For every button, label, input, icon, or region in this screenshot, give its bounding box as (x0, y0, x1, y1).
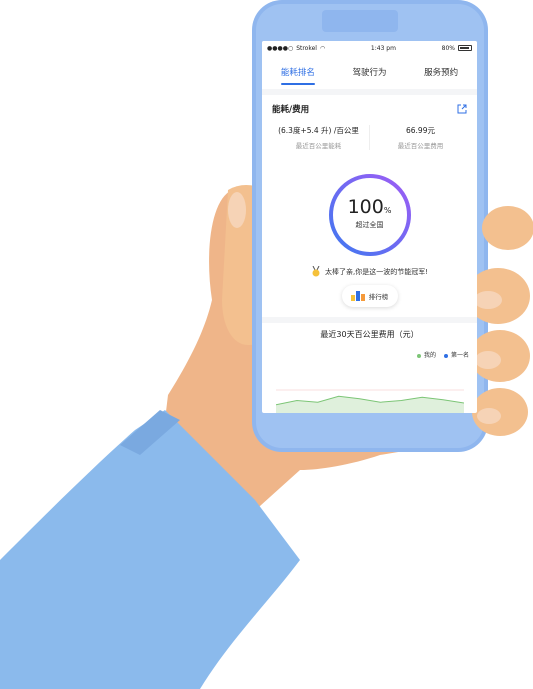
tab-service-booking[interactable]: 服务预约 (422, 56, 460, 88)
phone-screen: ●●●●○ Strokel ◠ 1:43 pm 80% 能耗排名 驾驶行为 服务… (262, 41, 477, 413)
status-bar: ●●●●○ Strokel ◠ 1:43 pm 80% (262, 41, 477, 55)
chart-legend: 我的 第一名 (262, 340, 477, 359)
cost-area-chart (276, 389, 464, 413)
medal-icon (312, 266, 320, 277)
praise-message: 太棒了亲,你是这一波的节能冠军! (262, 266, 477, 277)
wifi-icon: ◠ (319, 44, 326, 52)
legend-mine: 我的 (416, 350, 436, 359)
section-title: 能耗/费用 (272, 105, 310, 115)
stats-row: (6.3度+5.4 升) /百公里 最近百公里能耗 66.99元 最近百公里费用 (262, 121, 477, 150)
thumbnail (228, 192, 246, 228)
stat-consumption: (6.3度+5.4 升) /百公里 最近百公里能耗 (268, 125, 369, 150)
tab-bar: 能耗排名 驾驶行为 服务预约 (262, 55, 477, 89)
finger-1 (482, 206, 533, 250)
percent-value: 100% (347, 196, 392, 218)
consumption-label: 最近百公里能耗 (295, 142, 342, 150)
progress-ring: 100% 超过全国 (327, 172, 413, 258)
cost-label: 最近百公里费用 (397, 142, 444, 150)
battery-percent: 80% (441, 44, 455, 52)
energy-section-header: 能耗/费用 (262, 95, 477, 121)
share-icon[interactable] (457, 104, 467, 114)
signal-icon: ●●●●○ (267, 44, 294, 52)
tab-driving-behavior[interactable]: 驾驶行为 (350, 56, 388, 88)
status-time: 1:43 pm (370, 44, 396, 52)
phone-speaker (322, 10, 398, 32)
chart-title: 最近30天百公里费用（元） (320, 330, 419, 339)
legend-first: 第一名 (443, 350, 469, 359)
tab-energy-ranking[interactable]: 能耗排名 (279, 56, 317, 88)
ranking-button[interactable]: 排行榜 (341, 285, 398, 307)
fingernail (477, 408, 501, 424)
consumption-value: (6.3度+5.4 升) /百公里 (278, 126, 359, 135)
percent-label: 超过全国 (355, 221, 384, 229)
fingernail (474, 291, 502, 309)
podium-icon (350, 291, 365, 301)
divider (262, 317, 477, 323)
stat-cost: 66.99元 最近百公里费用 (369, 125, 471, 150)
fingernail (475, 351, 501, 369)
battery-icon (458, 45, 472, 51)
carrier-name: Strokel (296, 44, 317, 52)
cost-value: 66.99元 (406, 126, 435, 135)
